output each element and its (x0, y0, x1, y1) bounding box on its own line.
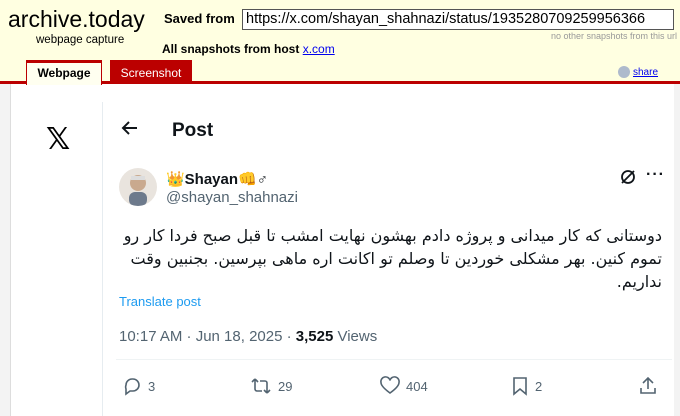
frame-left-bar (0, 84, 11, 416)
tweet-meta: 10:17 AM · Jun 18, 2025 · 3,525 Views (119, 328, 377, 345)
views-label: Views (333, 328, 378, 345)
share-button[interactable] (638, 376, 658, 396)
more-icon[interactable]: ··· (646, 166, 665, 184)
share-link[interactable]: share (618, 66, 658, 78)
translate-post-link[interactable]: Translate post (119, 294, 201, 309)
reply-count: 3 (148, 378, 156, 394)
x-logo-icon[interactable]: 𝕏 (46, 122, 70, 157)
bookmark-button[interactable]: 2 (511, 376, 542, 396)
page-frame: 𝕏 Post 👑Shayan👊♂ @shayan_shahnazi ··· دو… (0, 84, 680, 416)
avatar[interactable] (119, 168, 157, 206)
archive-subtitle: webpage capture (36, 34, 125, 46)
saved-from-label: Saved from (164, 11, 235, 26)
tab-webpage[interactable]: Webpage (26, 60, 102, 85)
bookmark-icon (513, 377, 527, 396)
share-label: share (633, 66, 659, 78)
like-button[interactable]: 404 (380, 376, 428, 396)
repost-icon (251, 378, 271, 394)
user-handle[interactable]: @shayan_shahnazi (166, 189, 298, 206)
tweet-time[interactable]: 10:17 AM · Jun 18, 2025 · (119, 328, 296, 345)
share-icon (618, 66, 630, 78)
url-field[interactable]: https://x.com/shayan_shahnazi/status/193… (242, 9, 674, 30)
back-arrow-icon[interactable] (120, 118, 140, 144)
upload-share-icon (640, 376, 656, 394)
views-count: 3,525 (295, 328, 334, 345)
no-other-snapshots: no other snapshots from this url (550, 31, 677, 41)
like-count: 404 (406, 378, 428, 394)
host-link[interactable]: x.com (303, 42, 335, 56)
frame-right-bar (674, 84, 680, 416)
heart-icon (380, 376, 400, 394)
repost-button[interactable]: 29 (250, 376, 292, 396)
tweet-text: دوستانی که کار میدانی و پروژه دادم بهشون… (123, 226, 662, 291)
page-title: Post (172, 120, 214, 141)
reply-button[interactable]: 3 (122, 376, 155, 396)
display-name[interactable]: 👑Shayan👊♂ (166, 170, 268, 188)
reply-icon (124, 378, 140, 396)
bookmark-count: 2 (535, 378, 543, 394)
archive-title[interactable]: archive.today (8, 6, 145, 33)
divider (116, 359, 672, 360)
all-snapshots: All snapshots from host x.com (162, 42, 335, 56)
column-divider (102, 102, 103, 416)
all-snapshots-label: All snapshots from host (162, 42, 300, 56)
grok-icon[interactable] (619, 168, 637, 191)
repost-count: 29 (278, 378, 293, 394)
